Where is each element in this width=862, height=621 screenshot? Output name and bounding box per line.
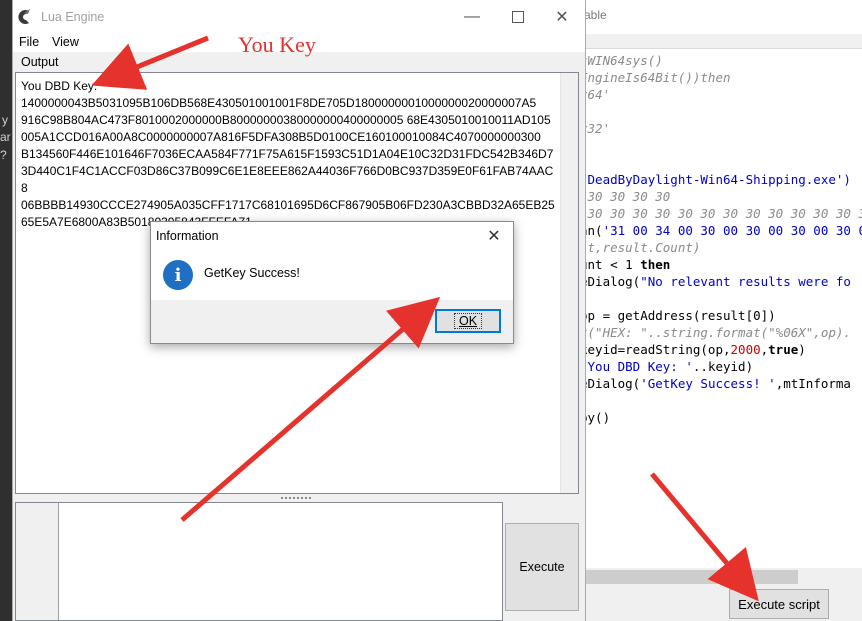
execute-button[interactable]: Execute — [505, 523, 579, 611]
close-icon: ✕ — [555, 9, 569, 26]
dialog-close-button[interactable]: ✕ — [479, 224, 509, 248]
code-line: 'You DBD Key: '..keyid) — [580, 358, 753, 375]
minimize-icon: — — [464, 8, 480, 25]
code-token: EngineIs64Bit())then — [580, 70, 731, 85]
code-line: keyid=readString(op,2000,true) — [580, 341, 806, 358]
dialog-title: Information — [156, 229, 219, 243]
code-token: eDialog( — [580, 274, 641, 289]
code-token: unt < — [580, 257, 626, 272]
scrollbar-thumb[interactable] — [582, 570, 798, 584]
line-number-gutter — [16, 503, 59, 620]
code-token: eDialog( — [580, 376, 641, 391]
code-line: 30 30 30 30 — [580, 188, 671, 205]
menu-view[interactable]: View — [52, 35, 79, 49]
output-label: Output — [21, 55, 59, 69]
output-key-line: 3D440C1F4C1ACCF03D86C37B099C6E1E8EEE862A… — [21, 164, 554, 195]
output-key-line: 916C98B804AC473F8010002000000B8000000038… — [21, 113, 551, 127]
code-line: sWIN64sys() — [580, 52, 663, 69]
editor-bottom-bar: Execute script — [578, 586, 862, 621]
output-key-line: 1400000043B5031095B106DB568E430501001001… — [21, 96, 537, 110]
code-line: eDialog('GetKey Success! ',mtInforma — [580, 375, 851, 392]
code-token: 2000 — [730, 342, 761, 357]
script-input-area[interactable] — [15, 502, 503, 621]
information-dialog: Information ✕ i GetKey Success! OK — [150, 221, 514, 344]
output-text: You DBD Key: 1400000043B5031095B106DB568… — [21, 78, 559, 231]
background-text-fragment: y — [2, 113, 8, 127]
code-line: lt,result.Count) — [580, 239, 700, 256]
ok-button-label: OK — [453, 313, 483, 329]
code-token: ]) — [760, 308, 776, 323]
code-line: t("HEX: "..string.format("%06X",op). — [580, 324, 851, 341]
maximize-icon — [512, 11, 524, 23]
dialog-message: GetKey Success! — [204, 266, 300, 280]
window-title: Lua Engine — [41, 10, 105, 24]
editor-title-fragment: able — [584, 8, 607, 22]
code-line: op = getAddress(result[0]) — [580, 307, 776, 324]
code-token: t("HEX: "..string.format("%06X",op). — [580, 325, 851, 340]
maximize-button[interactable] — [495, 0, 541, 34]
background-text-fragment: ? — [0, 148, 7, 162]
code-token: '31 00 34 00 30 00 30 00 30 00 30 00 30 … — [602, 223, 862, 238]
code-line: 'DeadByDaylight-Win64-Shipping.exe') — [580, 171, 851, 188]
code-token: true — [768, 342, 799, 357]
code-token: ,mtInforma — [775, 376, 851, 391]
editor-titlebar: able — [578, 0, 862, 34]
code-token: 30 30 30 30 — [580, 189, 671, 204]
lua-engine-titlebar: Lua Engine — ✕ — [13, 0, 585, 34]
code-editor[interactable]: sWIN64sys() EngineIs64Bit())then x64' x32' '… — [578, 52, 862, 572]
code-token: sWIN64sys() — [580, 53, 663, 68]
editor-horizontal-scrollbar[interactable] — [578, 568, 862, 586]
ok-button[interactable]: OK — [435, 309, 501, 333]
dialog-titlebar: Information ✕ — [151, 222, 513, 250]
code-token: 'DeadByDaylight-Win64-Shipping.exe') — [580, 172, 851, 187]
execute-script-button[interactable]: Execute script — [729, 589, 829, 619]
code-token: ) — [798, 342, 806, 357]
dialog-body: i GetKey Success! — [151, 250, 513, 300]
script-editor-window: able sWIN64sys() EngineIs64Bit())then x64'… — [578, 0, 862, 621]
annotation-label: You Key — [238, 32, 316, 57]
code-token: 30 30 30 30 30 30 30 30 30 30 30 30 30 3… — [587, 206, 862, 221]
code-line: unt < 1 then — [580, 256, 670, 273]
code-token: op = getAddress(result[ — [580, 308, 754, 323]
output-key-line: 06BBBB14930CCCE274905A035CFF1717C6810169… — [21, 198, 555, 212]
code-line: 30 30 30 30 30 30 30 30 30 30 30 30 30 3… — [580, 205, 862, 222]
minimize-button[interactable]: — — [449, 0, 495, 34]
code-token: "No relevant results were fo — [640, 274, 851, 289]
output-key-lines: 1400000043B5031095B106DB568E430501001001… — [21, 95, 559, 231]
code-token: 0 — [753, 308, 761, 323]
output-heading: You DBD Key: — [21, 79, 98, 93]
code-token: ..keyid) — [692, 359, 754, 374]
editor-menubar — [578, 34, 862, 49]
code-token: 'You DBD Key: ' — [580, 359, 693, 374]
code-token: keyid=readString(op, — [580, 342, 731, 357]
code-token: then — [632, 257, 671, 272]
close-button[interactable]: ✕ — [539, 0, 585, 34]
output-key-line: B134560F446E101646F7036ECAA584F771F75A61… — [21, 147, 554, 161]
cheat-engine-icon — [18, 9, 30, 24]
code-token: lt,result.Count) — [580, 240, 701, 255]
code-line: EngineIs64Bit())then — [580, 69, 731, 86]
output-vertical-scrollbar[interactable] — [560, 73, 578, 493]
code-line: eDialog("No relevant results were fo — [580, 273, 851, 290]
code-token: 'GetKey Success! ' — [640, 376, 776, 391]
code-token: 1 — [625, 257, 633, 272]
output-key-line: 005A1CCD016A00A8C0000000007A816F5DFA308B… — [21, 130, 541, 144]
close-icon: ✕ — [487, 228, 501, 245]
menu-file[interactable]: File — [19, 35, 39, 49]
info-icon: i — [163, 260, 193, 290]
code-line: an('31 00 34 00 30 00 30 00 30 00 30 00 … — [580, 222, 862, 239]
background-text-fragment: ar — [0, 130, 11, 144]
